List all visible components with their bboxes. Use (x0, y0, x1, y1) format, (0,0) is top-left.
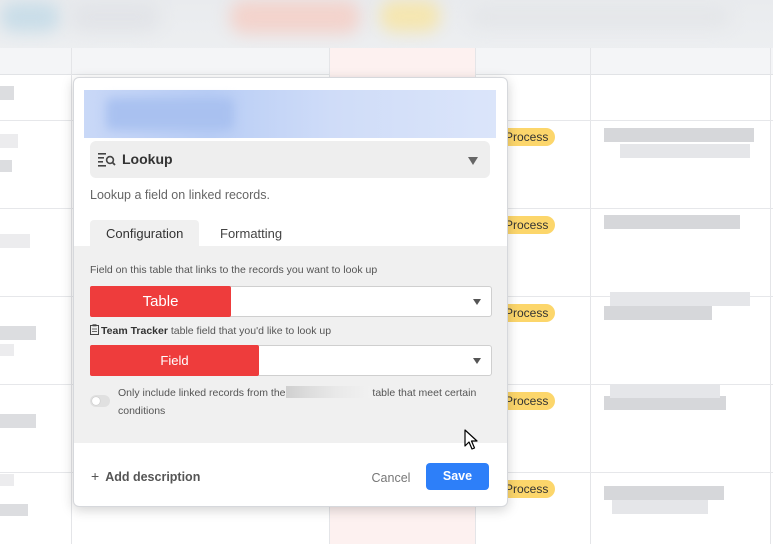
lookup-field-select[interactable]: Field (90, 345, 492, 376)
field-type-label: Lookup (122, 151, 173, 167)
configuration-panel: Field on this table that links to the re… (74, 246, 507, 443)
field-type-description: Lookup a field on linked records. (90, 188, 270, 202)
blurred-cell-text (604, 306, 712, 320)
blurred-cell-text (604, 486, 724, 500)
blurred-cell-text (604, 128, 754, 142)
table-icon (90, 324, 99, 335)
conditions-text: Only include linked records from the tab… (118, 384, 498, 420)
lookup-icon (98, 153, 116, 167)
save-button[interactable]: Save (426, 463, 489, 490)
link-field-select[interactable]: Table (90, 286, 492, 317)
linked-table-name: Team Tracker (101, 325, 168, 337)
blurred-cell-text (604, 396, 726, 410)
blurred-toolbar-item (70, 2, 160, 32)
lookup-field-label: Team Tracker table field that you'd like… (90, 324, 331, 337)
blurred-cell-text (610, 384, 720, 398)
blurred-cell-text (604, 215, 740, 229)
add-description-label: Add description (105, 470, 201, 484)
blurred-toolbar-item (380, 0, 440, 32)
blurred-cell-text (620, 144, 750, 158)
conditions-text-before: Only include linked records from the (118, 387, 286, 399)
blurred-cell-text (610, 292, 750, 306)
link-field-value: Table (90, 286, 231, 317)
add-description-button[interactable]: + Add description (91, 468, 200, 484)
link-field-label: Field on this table that links to the re… (90, 264, 378, 276)
lookup-field-label-text: table field that you'd like to look up (167, 325, 332, 337)
lookup-field-value: Field (90, 345, 259, 376)
tab-configuration[interactable]: Configuration (90, 220, 200, 246)
conditions-toggle[interactable] (90, 395, 110, 407)
blurred-toolbar-item (230, 0, 360, 34)
chevron-down-icon (468, 157, 478, 165)
chevron-down-icon (473, 299, 481, 305)
mouse-cursor-icon (464, 429, 478, 450)
plus-icon: + (91, 468, 100, 484)
blurred-row-numbers (0, 74, 36, 544)
cancel-button[interactable]: Cancel (364, 466, 418, 490)
blurred-toolbar-item (470, 6, 730, 28)
field-type-select[interactable]: Lookup (90, 141, 490, 178)
field-config-dialog: Lookup Lookup a field on linked records.… (73, 77, 508, 507)
redacted-table-name (285, 386, 370, 398)
field-name-input[interactable] (84, 90, 496, 138)
toggle-knob (92, 397, 100, 405)
tab-formatting[interactable]: Formatting (204, 220, 298, 246)
blurred-toolbar-item (0, 2, 60, 32)
chevron-down-icon (473, 358, 481, 364)
blurred-field-name (106, 98, 234, 130)
blurred-cell-text (612, 500, 708, 514)
